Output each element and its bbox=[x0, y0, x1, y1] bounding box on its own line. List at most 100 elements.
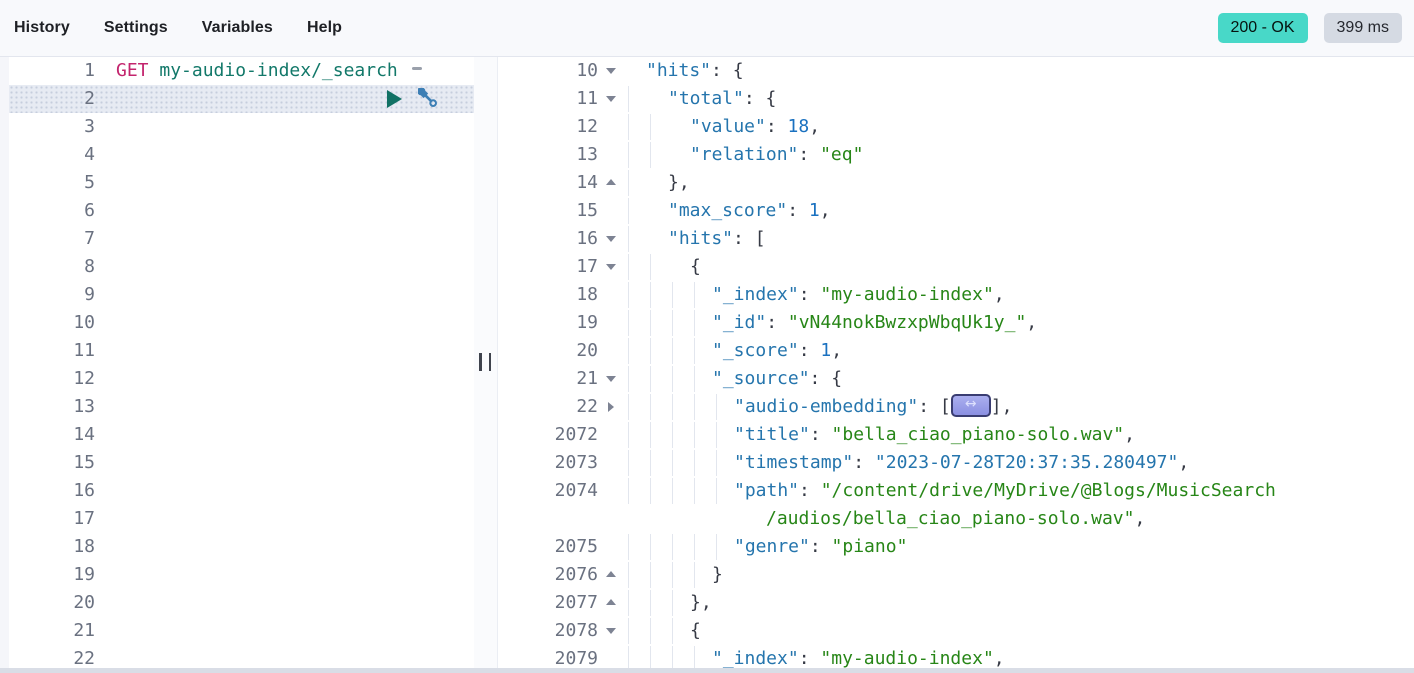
request-line-content[interactable] bbox=[95, 533, 474, 561]
request-line-content[interactable] bbox=[95, 477, 474, 505]
fold-close-icon[interactable] bbox=[606, 179, 616, 185]
request-line-content[interactable] bbox=[95, 309, 474, 337]
request-line[interactable]: 17 bbox=[9, 505, 474, 533]
fold-open-icon[interactable] bbox=[606, 96, 616, 102]
code-text: }, bbox=[690, 589, 712, 617]
response-line: 2072"title": "bella_ciao_piano-solo.wav"… bbox=[498, 421, 1414, 449]
request-line[interactable]: 9 bbox=[9, 281, 474, 309]
fold-open-icon[interactable] bbox=[606, 236, 616, 242]
request-line-content[interactable] bbox=[95, 589, 474, 617]
menu-item-variables[interactable]: Variables bbox=[202, 19, 273, 37]
request-line-content[interactable] bbox=[95, 561, 474, 589]
fold-open-icon[interactable] bbox=[606, 628, 616, 634]
response-line: 2074"path": "/content/drive/MyDrive/@Blo… bbox=[498, 477, 1414, 505]
fold-open-icon[interactable] bbox=[606, 376, 616, 382]
indent-guide bbox=[694, 478, 695, 504]
indent-guide bbox=[716, 394, 717, 420]
request-line[interactable]: 12 bbox=[9, 365, 474, 393]
request-line[interactable]: 1GET my-audio-index/_search bbox=[9, 57, 474, 85]
request-line-content[interactable] bbox=[95, 449, 474, 477]
indent-guide bbox=[650, 114, 651, 140]
request-line-content[interactable] bbox=[95, 85, 474, 113]
menu-item-help[interactable]: Help bbox=[307, 19, 342, 37]
request-line-content[interactable] bbox=[95, 225, 474, 253]
fold-close-icon[interactable] bbox=[606, 599, 616, 605]
request-line[interactable]: 4 bbox=[9, 141, 474, 169]
code-text: "max_score": 1, bbox=[668, 197, 831, 225]
request-editor[interactable]: 1GET my-audio-index/_search2345678910111… bbox=[0, 57, 474, 673]
code-token: : bbox=[810, 536, 832, 557]
code-token: { bbox=[690, 620, 701, 641]
request-line-content[interactable] bbox=[95, 337, 474, 365]
request-line[interactable]: 21 bbox=[9, 617, 474, 645]
request-line[interactable]: 3 bbox=[9, 113, 474, 141]
request-line[interactable]: 14 bbox=[9, 421, 474, 449]
request-line[interactable]: 6 bbox=[9, 197, 474, 225]
request-line-content[interactable] bbox=[95, 141, 474, 169]
request-line-content[interactable] bbox=[95, 281, 474, 309]
bottom-scrollbar-track[interactable] bbox=[0, 668, 1414, 673]
fold-close-icon[interactable] bbox=[606, 571, 616, 577]
line-number: 6 bbox=[9, 197, 95, 225]
code-text: }, bbox=[668, 169, 690, 197]
panel-resizer[interactable] bbox=[474, 57, 497, 673]
request-line-content[interactable] bbox=[95, 197, 474, 225]
code-token: 1 bbox=[809, 200, 820, 221]
code-token: : { bbox=[744, 88, 777, 109]
request-line[interactable]: 13 bbox=[9, 393, 474, 421]
menu-item-history[interactable]: History bbox=[14, 19, 70, 37]
request-line-content[interactable] bbox=[95, 505, 474, 533]
code-token: , bbox=[1026, 312, 1037, 333]
fold-gutter bbox=[598, 365, 624, 393]
request-line-content[interactable] bbox=[95, 393, 474, 421]
request-line-content[interactable] bbox=[95, 365, 474, 393]
request-line-content[interactable] bbox=[95, 421, 474, 449]
request-line-content[interactable] bbox=[95, 617, 474, 645]
request-line[interactable]: 7 bbox=[9, 225, 474, 253]
code-token: , bbox=[994, 648, 1005, 669]
request-line[interactable]: 15 bbox=[9, 449, 474, 477]
request-line[interactable]: 5 bbox=[9, 169, 474, 197]
request-line[interactable]: 8 bbox=[9, 253, 474, 281]
request-line[interactable]: 20 bbox=[9, 589, 474, 617]
fold-open-icon[interactable] bbox=[606, 68, 616, 74]
request-line[interactable]: 18 bbox=[9, 533, 474, 561]
send-request-play-button[interactable] bbox=[387, 90, 402, 108]
request-line-content[interactable] bbox=[95, 253, 474, 281]
collapsed-array-fold-widget[interactable]: ↔ bbox=[951, 394, 991, 417]
code-token: "hits" bbox=[646, 60, 711, 81]
code-token: "2023-07-28T20:37:35.280497" bbox=[875, 452, 1178, 473]
request-line-content[interactable] bbox=[95, 169, 474, 197]
line-number: 17 bbox=[498, 253, 598, 281]
response-line-content: { bbox=[624, 617, 1414, 645]
fold-collapse-dash-icon[interactable] bbox=[412, 67, 422, 70]
request-line-content[interactable] bbox=[95, 113, 474, 141]
indent-guide bbox=[716, 422, 717, 448]
fold-gutter bbox=[598, 141, 624, 169]
resize-handle-icon[interactable] bbox=[479, 353, 491, 371]
code-text: "timestamp": "2023-07-28T20:37:35.280497… bbox=[734, 449, 1189, 477]
request-line-content[interactable]: GET my-audio-index/_search bbox=[95, 57, 474, 85]
code-token: : bbox=[799, 284, 821, 305]
response-line: 10"hits": { bbox=[498, 57, 1414, 85]
request-line[interactable]: 19 bbox=[9, 561, 474, 589]
request-options-wrench-button[interactable] bbox=[418, 88, 440, 110]
response-viewer[interactable]: 10"hits": {11"total": {12"value": 18,13"… bbox=[497, 57, 1414, 673]
request-line[interactable]: 11 bbox=[9, 337, 474, 365]
fold-collapsed-icon[interactable] bbox=[608, 402, 614, 412]
menu-item-settings[interactable]: Settings bbox=[104, 19, 168, 37]
code-token: "vN44nokBwzxpWbqUk1y_" bbox=[788, 312, 1026, 333]
indent-guide bbox=[628, 366, 629, 392]
response-line: 12"value": 18, bbox=[498, 113, 1414, 141]
indent-guide bbox=[628, 282, 629, 308]
response-line: 22"audio-embedding": [↔], bbox=[498, 393, 1414, 421]
request-line[interactable]: 2 bbox=[9, 85, 474, 113]
code-text: "_id": "vN44nokBwzxpWbqUk1y_", bbox=[712, 309, 1037, 337]
request-line[interactable]: 10 bbox=[9, 309, 474, 337]
request-line[interactable]: 16 bbox=[9, 477, 474, 505]
response-line: 15"max_score": 1, bbox=[498, 197, 1414, 225]
code-token: "_source" bbox=[712, 368, 810, 389]
code-token: 18 bbox=[788, 116, 810, 137]
fold-open-icon[interactable] bbox=[606, 264, 616, 270]
line-number: 3 bbox=[9, 113, 95, 141]
